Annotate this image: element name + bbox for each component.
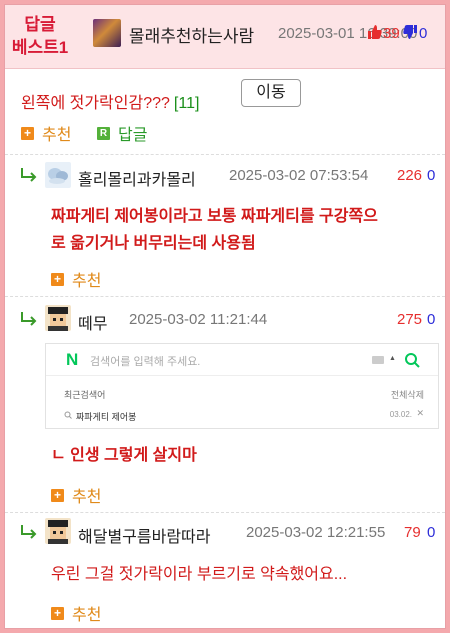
reply-count: [11] [173,95,200,112]
reply-upvote-count: 226 [397,167,423,184]
divider [5,512,445,513]
reply-label: 답글 [118,127,148,144]
divider [5,296,445,297]
plus-icon: + [51,606,64,620]
author-name[interactable]: 몰래추천하는사람 [129,22,254,47]
reply-date: 2025-03-02 07:53:54 [229,167,369,184]
recommend-label: 추천 [72,489,102,506]
search-icon [64,411,72,419]
search-placeholder: 검색어를 입력해 주세요. [90,356,201,368]
reply-date: 2025-03-02 11:21:44 [129,311,268,328]
reply-text: ㄴ 인생 그렇게 살지마 [51,442,197,469]
avatar[interactable] [45,518,71,544]
search-icon [405,353,420,368]
clear-all-label: 전체삭제 [390,390,424,400]
reply-downvote-count: 0 [427,524,436,541]
reply-downvote-count: 0 [427,311,436,328]
keyboard-icon [372,356,384,364]
reply-text: 짜파게티 제어봉이라고 보통 짜파게티를 구강쪽으 로 옮기거나 버무리는데 사… [51,203,378,257]
plus-icon: + [21,126,34,140]
recommend-button[interactable]: + 추천 [51,483,101,507]
recommend-label: 추천 [72,607,102,624]
recommend-button[interactable]: + 추천 [21,121,71,145]
naver-logo: N [66,350,79,369]
plus-icon: + [51,272,64,286]
recommend-label: 추천 [72,273,102,290]
badge-line2: 베스트1 [11,38,69,57]
best-reply-header: 답글 베스트1 몰래추천하는사람 2025-03-01 16:39:00 39 … [5,5,445,69]
comment-panel: 답글 베스트1 몰래추천하는사람 2025-03-01 16:39:00 39 … [4,4,446,629]
best-reply-badge: 답글 베스트1 [5,13,75,59]
reply-arrow-icon [21,312,37,326]
thumb-down-icon[interactable] [402,24,418,40]
thumb-up-icon[interactable] [367,24,383,40]
reply-arrow-icon [21,525,37,539]
move-button[interactable]: 이동 [241,79,301,107]
close-icon: ✕ [416,408,424,418]
reply-text: 우린 그걸 젓가락이라 부르기로 약속했어요... [51,561,347,588]
recent-search-item: 짜파게티 제어봉 [76,412,137,422]
caret-up-icon: ▲ [389,355,396,362]
reply-button[interactable]: R 답글 [97,121,147,145]
badge-line1: 답글 [24,15,56,34]
reply-upvote-count: 79 [404,524,421,541]
avatar[interactable] [45,305,71,331]
upvote-count: 39 [383,25,400,42]
reply-author[interactable]: 해달별구름바람따라 [78,523,210,547]
reply-text-line: ㄴ 인생 그렇게 살지마 [51,447,197,464]
reply-text-line: 짜파게티 제어봉이라고 보통 짜파게티를 구강쪽으 [51,208,378,225]
reply-text-line: 로 옮기거나 버무리는데 사용됨 [51,235,256,252]
post-title-text[interactable]: 왼쪽에 젓가락인감??? [21,95,170,112]
plus-icon: + [51,488,64,502]
divider [5,154,445,155]
reply-icon: R [97,126,110,140]
search-capture-image: N 검색어를 입력해 주세요. ▲ 최근검색어 전체삭제 짜파게티 제어봉 03… [45,343,439,429]
reply-date: 2025-03-02 12:21:55 [246,524,386,541]
avatar[interactable] [93,19,121,47]
recent-searches-label: 최근검색어 [64,390,106,400]
post-title[interactable]: 왼쪽에 젓가락인감??? [11] [21,89,199,113]
avatar[interactable] [45,162,71,188]
recommend-button[interactable]: + 추천 [51,267,101,291]
reply-text-line: 우린 그걸 젓가락이라 부르기로 약속했어요... [51,566,348,583]
reply-downvote-count: 0 [427,167,436,184]
downvote-count: 0 [419,25,428,42]
reply-arrow-icon [21,168,37,182]
recommend-button[interactable]: + 추천 [51,601,101,625]
reply-author[interactable]: 홀리몰리과카몰리 [78,166,196,190]
reply-author[interactable]: 떼무 [78,310,107,334]
reply-upvote-count: 275 [397,311,423,328]
search-bar: N 검색어를 입력해 주세요. ▲ [46,344,438,376]
recommend-label: 추천 [42,127,72,144]
recent-search-date: 03.02. [389,410,412,419]
